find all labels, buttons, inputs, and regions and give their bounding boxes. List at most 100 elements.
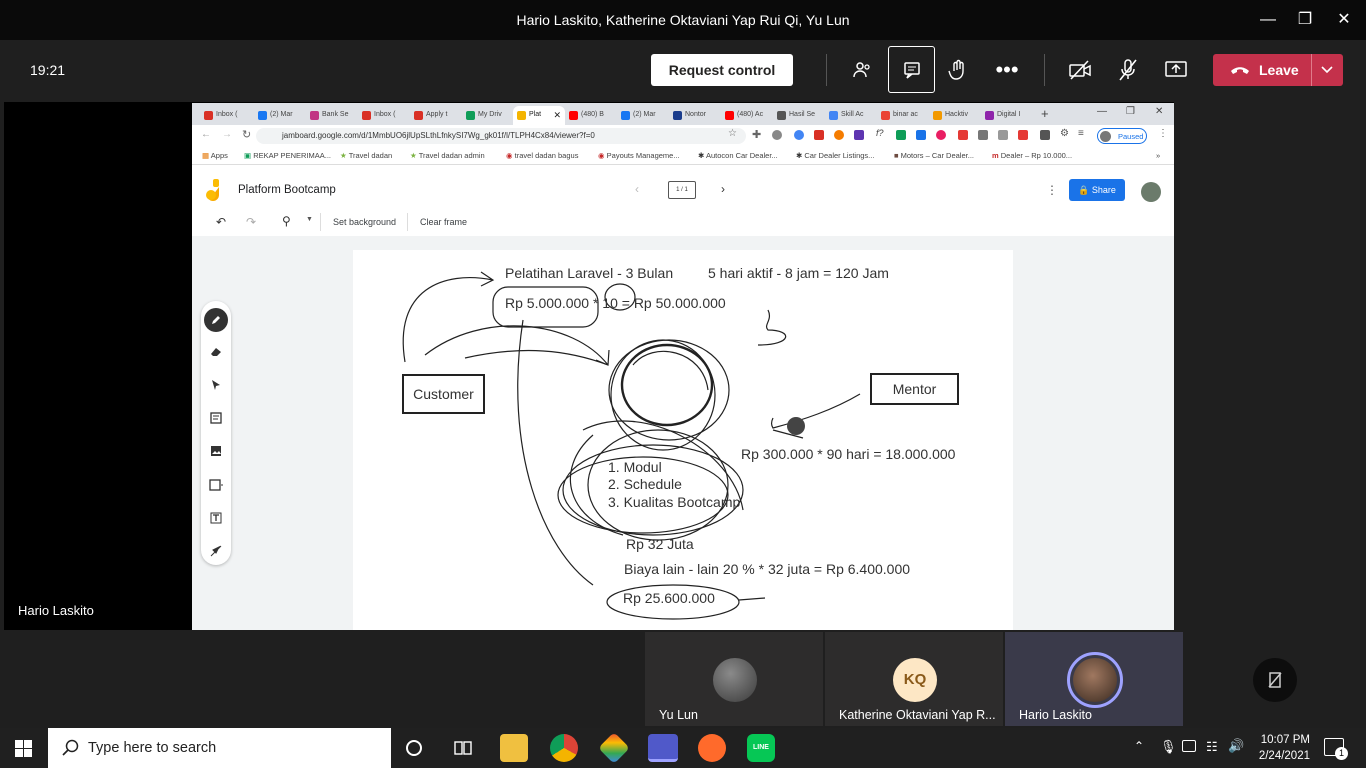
camera-off-icon[interactable] <box>1060 50 1100 90</box>
browser-tab[interactable]: Hacktiv <box>929 106 981 125</box>
windows-start-icon[interactable] <box>15 740 32 757</box>
browser-tab[interactable]: (480) Ac <box>721 106 773 125</box>
eraser-icon[interactable] <box>207 343 225 361</box>
bookmark-item[interactable]: ▦ Apps <box>202 151 228 160</box>
previous-frame-icon[interactable]: ‹ <box>635 182 639 196</box>
jamboard-title[interactable]: Platform Bootcamp <box>238 184 336 196</box>
postman-icon[interactable] <box>698 734 726 762</box>
profile-paused-button[interactable]: Paused <box>1097 128 1147 144</box>
microphone-off-icon[interactable] <box>1108 50 1148 90</box>
redo-icon[interactable]: ↷ <box>246 215 256 229</box>
image-icon[interactable] <box>207 442 225 460</box>
participant-tile-speaking[interactable]: Hario Laskito <box>1005 632 1183 726</box>
self-preview-tile[interactable] <box>1185 632 1366 726</box>
select-icon[interactable] <box>207 376 225 394</box>
browser-menu-icon[interactable]: ⋮ <box>1158 128 1168 139</box>
bookmark-item[interactable]: ■ Motors – Car Dealer... <box>894 151 974 160</box>
clear-frame-button[interactable]: Clear frame <box>420 217 467 227</box>
pen-icon[interactable] <box>204 308 228 332</box>
shape-icon[interactable] <box>207 476 225 494</box>
close-button[interactable]: ✕ <box>1334 10 1354 30</box>
new-tab-icon[interactable]: + <box>1041 106 1049 121</box>
extension-icon[interactable] <box>1018 130 1028 140</box>
extension-icon[interactable] <box>916 130 926 140</box>
chevron-up-icon[interactable]: ⌃ <box>1134 739 1144 753</box>
teams-icon[interactable] <box>648 734 678 762</box>
system-clock[interactable]: 10:07 PM 2/24/2021 <box>1240 732 1310 764</box>
text-box-icon[interactable] <box>207 509 225 527</box>
puzzle-icon[interactable]: ⚙ <box>1060 128 1069 139</box>
leave-button[interactable]: Leave <box>1213 54 1343 86</box>
bookmark-item[interactable]: ★ Travel dadan <box>340 151 392 160</box>
browser-tab[interactable]: Nontor <box>669 106 721 125</box>
bookmarks-overflow-icon[interactable]: » <box>1156 151 1160 160</box>
browser-tab[interactable]: (2) Mar <box>617 106 669 125</box>
extension-icon[interactable]: f? <box>876 128 884 138</box>
browser-tab-active[interactable]: Plat ✕ <box>513 106 565 125</box>
cortana-icon[interactable] <box>406 740 422 756</box>
restore-icon[interactable]: ❐ <box>1126 106 1135 117</box>
bookmark-item[interactable]: ✱ Car Dealer Listings... <box>796 151 874 160</box>
chevron-down-icon[interactable]: ▼ <box>306 216 313 223</box>
extension-icon[interactable] <box>958 130 968 140</box>
line-icon[interactable]: LINE <box>747 734 775 762</box>
extension-icon[interactable]: ✚ <box>752 128 761 141</box>
extension-icon[interactable] <box>896 130 906 140</box>
extension-icon[interactable] <box>854 130 864 140</box>
browser-tab[interactable]: My Driv <box>462 106 512 125</box>
bookmark-item[interactable]: m Dealer – Rp 10.000... <box>992 151 1072 160</box>
more-menu-icon[interactable]: ⋮ <box>1046 183 1058 197</box>
back-icon[interactable]: ← <box>201 129 211 140</box>
participant-tile[interactable]: Yu Lun <box>645 632 823 726</box>
url-input[interactable]: jamboard.google.com/d/1MmbUO6jlUpSLthLfn… <box>256 128 746 144</box>
browser-tab[interactable]: Inbox ( <box>358 106 412 125</box>
more-options-icon[interactable]: ••• <box>987 50 1027 90</box>
raise-hand-icon[interactable] <box>938 50 978 90</box>
wifi-icon[interactable]: ☷ <box>1206 739 1218 755</box>
bookmark-star-icon[interactable]: ☆ <box>728 128 737 139</box>
browser-tab[interactable]: (2) Mar <box>254 106 308 125</box>
extension-icon[interactable] <box>794 130 804 140</box>
jamboard-logo-icon[interactable] <box>206 179 224 203</box>
meet-now-icon[interactable] <box>1182 740 1196 752</box>
close-window-icon[interactable]: ✕ <box>1155 106 1163 117</box>
chevron-down-icon[interactable] <box>1321 66 1333 74</box>
app-icon[interactable] <box>598 732 630 764</box>
browser-tab[interactable]: Bank Se <box>306 106 360 125</box>
taskbar-search-box[interactable]: Type here to search <box>48 728 391 768</box>
bookmark-item[interactable]: ✱ Autocon Car Dealer... <box>698 151 778 160</box>
extension-icon[interactable] <box>1040 130 1050 140</box>
extension-icon[interactable] <box>772 130 782 140</box>
browser-tab[interactable]: Hasil Se <box>773 106 825 125</box>
browser-tab[interactable]: Inbox ( <box>200 106 254 125</box>
participant-tile[interactable]: KQ Katherine Oktaviani Yap R... <box>825 632 1003 726</box>
next-frame-icon[interactable]: › <box>721 182 725 196</box>
bookmark-item[interactable]: ◉ travel dadan bagus <box>506 151 578 160</box>
avatar[interactable] <box>1141 182 1161 202</box>
reload-icon[interactable]: ↻ <box>242 128 251 141</box>
browser-tab[interactable]: binar ac <box>877 106 929 125</box>
minimize-icon[interactable]: — <box>1097 106 1107 117</box>
browser-tab[interactable]: Digital I <box>981 106 1033 125</box>
extension-icon[interactable] <box>998 130 1008 140</box>
participants-icon[interactable] <box>842 50 882 90</box>
browser-tab[interactable]: Apply t <box>410 106 464 125</box>
extension-icon[interactable] <box>978 130 988 140</box>
browser-tab[interactable]: Skill Ac <box>825 106 877 125</box>
frame-bar-button[interactable]: 1 / 1 <box>668 181 696 199</box>
queue-icon[interactable]: ≡ <box>1078 128 1084 139</box>
laser-icon[interactable] <box>207 542 225 560</box>
bookmark-item[interactable]: ◉ Payouts Manageme... <box>598 151 680 160</box>
browser-tab[interactable]: (480) B <box>565 106 617 125</box>
chat-icon[interactable] <box>888 46 935 93</box>
set-background-button[interactable]: Set background <box>333 217 396 227</box>
extension-icon[interactable] <box>834 130 844 140</box>
task-view-icon[interactable] <box>454 740 472 756</box>
microphone-icon[interactable]: 🎙 <box>1160 739 1177 755</box>
maximize-button[interactable]: ❐ <box>1295 10 1315 30</box>
file-explorer-icon[interactable] <box>500 734 528 762</box>
bookmark-item[interactable]: ★ Travel dadan admin <box>410 151 485 160</box>
chrome-icon[interactable] <box>550 734 578 762</box>
minimize-button[interactable]: — <box>1258 10 1278 30</box>
jamboard-frame[interactable]: Pelatihan Laravel - 3 Bulan 5 hari aktif… <box>353 250 1013 630</box>
